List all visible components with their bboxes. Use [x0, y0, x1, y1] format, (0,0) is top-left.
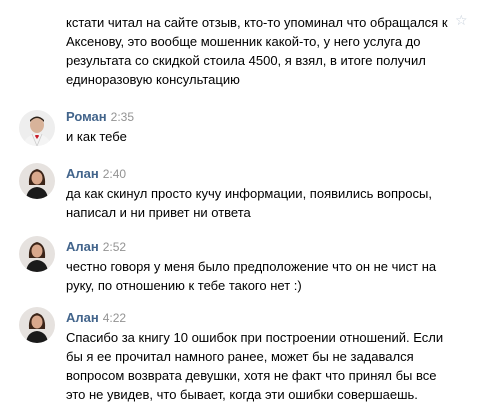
message-header: Роман 2:35 [66, 108, 134, 126]
author-name[interactable]: Роман [66, 109, 107, 124]
message-line: честно говоря у меня было предположение … [66, 259, 437, 274]
message-line: руку, по отношению к тебе такого нет :) [66, 278, 302, 293]
message-time[interactable]: 2:52 [103, 240, 126, 254]
chat-history: кстати читал на сайте отзыв, кто-то упом… [0, 0, 480, 404]
man-photo-icon [19, 110, 55, 146]
star-icon[interactable]: ☆ [455, 12, 468, 28]
message-line: вопросом возврата девушки, хотя не факт … [66, 368, 437, 383]
message-text: да как скинул просто кучу информации, по… [66, 184, 461, 222]
message-line: и как тебе [66, 129, 127, 144]
avatar[interactable] [19, 307, 55, 343]
message-line: Аксенову, это вообще мошенник какой-то, … [66, 34, 421, 49]
message-header: Алан 4:22 [66, 309, 126, 327]
author-name[interactable]: Алан [66, 310, 99, 325]
message-line: Спасибо за книгу 10 ошибок при построени… [66, 330, 444, 345]
message-line: да как скинул просто кучу информации, по… [66, 186, 432, 201]
message-line: это не увидев, что бывает, когда эти оши… [66, 387, 418, 402]
woman-photo-icon [19, 307, 55, 343]
avatar[interactable] [19, 236, 55, 272]
message-header: Алан 2:52 [66, 238, 126, 256]
message-text: и как тебе [66, 127, 461, 146]
message-time[interactable]: 2:35 [111, 110, 134, 124]
avatar[interactable] [19, 110, 55, 146]
author-name[interactable]: Алан [66, 239, 99, 254]
message-line: написал и ни привет ни ответа [66, 205, 251, 220]
message-time[interactable]: 4:22 [103, 311, 126, 325]
message-line: бы я ее прочитал намного ранее, может бы… [66, 349, 414, 364]
message-line: единоразовую консультацию [66, 72, 240, 87]
message-line: результата со скидкой стоила 4500, я взя… [66, 53, 426, 68]
message-time[interactable]: 2:40 [103, 167, 126, 181]
message-text: Спасибо за книгу 10 ошибок при построени… [66, 328, 461, 404]
message-text: кстати читал на сайте отзыв, кто-то упом… [66, 13, 456, 89]
message-line: кстати читал на сайте отзыв, кто-то упом… [66, 15, 448, 30]
woman-photo-icon [19, 236, 55, 272]
message-header: Алан 2:40 [66, 165, 126, 183]
woman-photo-icon [19, 163, 55, 199]
avatar[interactable] [19, 163, 55, 199]
author-name[interactable]: Алан [66, 166, 99, 181]
message-text: честно говоря у меня было предположение … [66, 257, 461, 295]
